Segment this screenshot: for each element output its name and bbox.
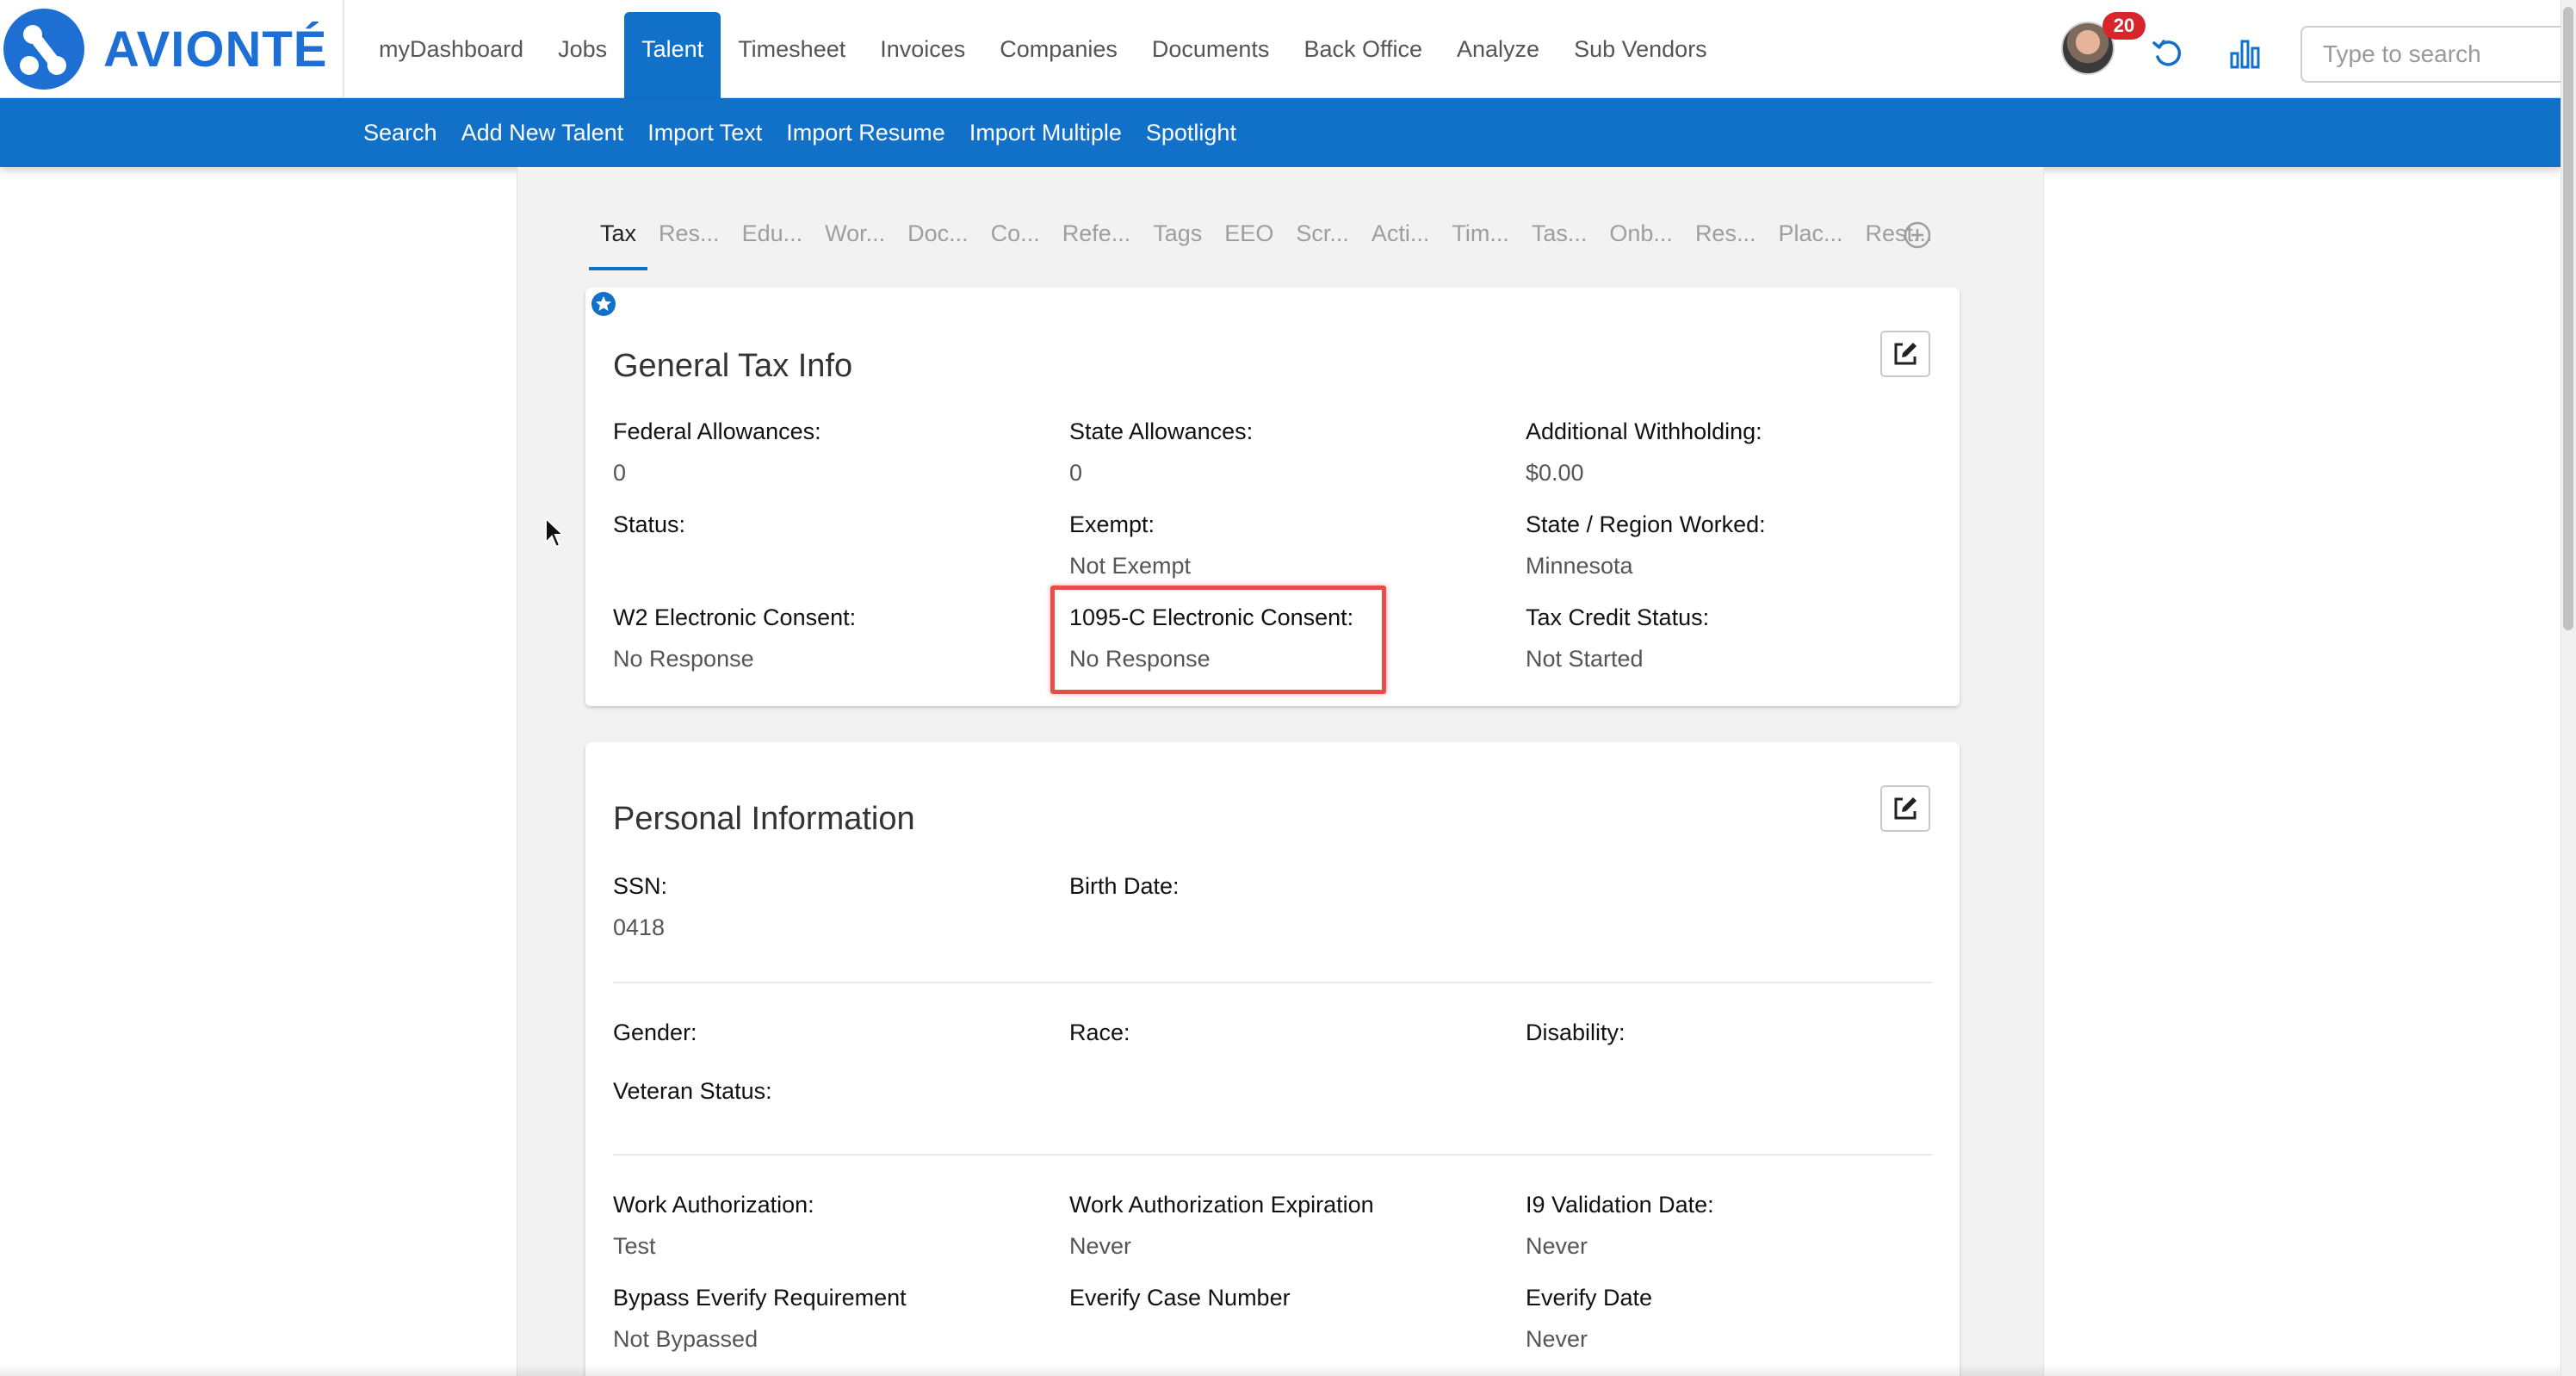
talent-tabs: Tax Res... Edu... Wor... Doc... Co... Re…: [589, 200, 1944, 270]
sub-nav: Search Add New Talent Import Text Import…: [363, 98, 1260, 167]
everify-date-label: Everify Date: [1526, 1285, 1653, 1311]
disability-label: Disability:: [1526, 1020, 1625, 1045]
tab-references[interactable]: Refe...: [1051, 200, 1142, 270]
global-search-input[interactable]: [2300, 26, 2561, 83]
exempt-label: Exempt:: [1069, 511, 1155, 537]
tab-onboarding[interactable]: Onb...: [1598, 200, 1684, 270]
nav-item-timesheet[interactable]: Timesheet: [721, 0, 863, 98]
refresh-icon[interactable]: [2151, 36, 2185, 71]
edit-icon: [1894, 797, 1917, 820]
nav-item-documents[interactable]: Documents: [1135, 0, 1287, 98]
edit-tax-button[interactable]: [1880, 331, 1930, 377]
tab-res-2[interactable]: Res...: [1684, 200, 1768, 270]
personal-information-card: Personal Information SSN: 0418 Birth Dat…: [585, 742, 1960, 1376]
main-nav: myDashboard Jobs Talent Timesheet Invoic…: [362, 0, 1725, 98]
nav-item-sub-vendors[interactable]: Sub Vendors: [1557, 0, 1725, 98]
birth-date-label: Birth Date:: [1069, 873, 1180, 899]
status-label: Status:: [613, 511, 686, 537]
personal-information-title: Personal Information: [613, 801, 915, 837]
federal-allowances-value: 0: [613, 460, 627, 486]
subnav-import-resume[interactable]: Import Resume: [786, 120, 945, 146]
scrollbar-thumb[interactable]: [2563, 7, 2573, 630]
highlight-annotation: [1050, 586, 1386, 694]
veteran-status-label: Veteran Status:: [613, 1078, 772, 1104]
work-authorization-value: Test: [613, 1233, 656, 1259]
everify-date-value: Never: [1526, 1326, 1588, 1352]
state-allowances-value: 0: [1069, 460, 1083, 486]
nav-item-invoices[interactable]: Invoices: [863, 0, 982, 98]
logo-divider: [343, 0, 344, 98]
subnav-import-multiple[interactable]: Import Multiple: [969, 120, 1122, 146]
tax-credit-status-label: Tax Credit Status:: [1526, 604, 1710, 630]
top-header: AVIONTÉ myDashboard Jobs Talent Timeshee…: [0, 0, 2561, 98]
ssn-label: SSN:: [613, 873, 668, 899]
nav-item-jobs[interactable]: Jobs: [541, 0, 624, 98]
nav-item-talent[interactable]: Talent: [624, 12, 721, 98]
work-auth-expiration-label: Work Authorization Expiration: [1069, 1192, 1374, 1218]
add-tab-icon[interactable]: [1903, 220, 1932, 250]
state-region-value: Minnesota: [1526, 553, 1633, 579]
edit-icon: [1894, 343, 1917, 365]
favorite-star-icon[interactable]: [591, 291, 616, 317]
ssn-value: 0418: [613, 914, 666, 940]
tab-resume[interactable]: Res...: [647, 200, 731, 270]
work-authorization-label: Work Authorization:: [613, 1192, 814, 1218]
tax-credit-status-value: Not Started: [1526, 646, 1644, 672]
nav-item-back-office[interactable]: Back Office: [1286, 0, 1440, 98]
tab-activities[interactable]: Acti...: [1360, 200, 1441, 270]
bar-chart-icon[interactable]: [2228, 36, 2263, 71]
nav-item-companies[interactable]: Companies: [982, 0, 1135, 98]
sub-nav-bar: Search Add New Talent Import Text Import…: [0, 98, 2561, 167]
tab-screening[interactable]: Scr...: [1285, 200, 1360, 270]
nav-item-analyze[interactable]: Analyze: [1440, 0, 1557, 98]
tab-work[interactable]: Wor...: [814, 200, 896, 270]
additional-withholding-value: $0.00: [1526, 460, 1584, 486]
federal-allowances-label: Federal Allowances:: [613, 418, 821, 444]
tab-eeo[interactable]: EEO: [1213, 200, 1285, 270]
tab-placements[interactable]: Plac...: [1767, 200, 1854, 270]
notification-badge[interactable]: 20: [2102, 12, 2146, 40]
section-divider: [613, 982, 1932, 983]
exempt-value: Not Exempt: [1069, 553, 1192, 579]
avionte-logo[interactable]: AVIONTÉ: [3, 7, 339, 91]
gender-label: Gender:: [613, 1020, 697, 1045]
subnav-import-text[interactable]: Import Text: [647, 120, 762, 146]
subnav-add-new-talent[interactable]: Add New Talent: [461, 120, 624, 146]
mouse-cursor-icon: [545, 517, 565, 549]
subnav-search[interactable]: Search: [363, 120, 437, 146]
tab-tax[interactable]: Tax: [589, 200, 648, 270]
tab-documents[interactable]: Doc...: [896, 200, 980, 270]
w2-consent-label: W2 Electronic Consent:: [613, 604, 857, 630]
general-tax-info-title: General Tax Info: [613, 348, 853, 384]
state-region-label: State / Region Worked:: [1526, 511, 1766, 537]
bypass-everify-value: Not Bypassed: [613, 1326, 759, 1352]
work-auth-expiration-value: Never: [1069, 1233, 1132, 1259]
section-divider: [613, 1154, 1932, 1156]
tab-education[interactable]: Edu...: [731, 200, 814, 270]
race-label: Race:: [1069, 1020, 1130, 1045]
i9-validation-date-label: I9 Validation Date:: [1526, 1192, 1714, 1218]
nav-item-mydashboard[interactable]: myDashboard: [362, 0, 541, 98]
state-allowances-label: State Allowances:: [1069, 418, 1254, 444]
subnav-spotlight[interactable]: Spotlight: [1146, 120, 1236, 146]
edit-personal-button[interactable]: [1880, 785, 1930, 832]
i9-validation-date-value: Never: [1526, 1233, 1588, 1259]
tab-co[interactable]: Co...: [980, 200, 1051, 270]
tab-tasks[interactable]: Tas...: [1520, 200, 1599, 270]
everify-case-number-label: Everify Case Number: [1069, 1285, 1291, 1311]
additional-withholding-label: Additional Withholding:: [1526, 418, 1762, 444]
logo-mark-icon: [3, 9, 84, 90]
logo-text: AVIONTÉ: [103, 21, 328, 77]
tab-tags[interactable]: Tags: [1142, 200, 1213, 270]
bypass-everify-label: Bypass Everify Requirement: [613, 1285, 907, 1311]
tab-time[interactable]: Tim...: [1440, 200, 1520, 270]
bottom-shadow: [0, 1364, 2561, 1376]
w2-consent-value: No Response: [613, 646, 754, 672]
